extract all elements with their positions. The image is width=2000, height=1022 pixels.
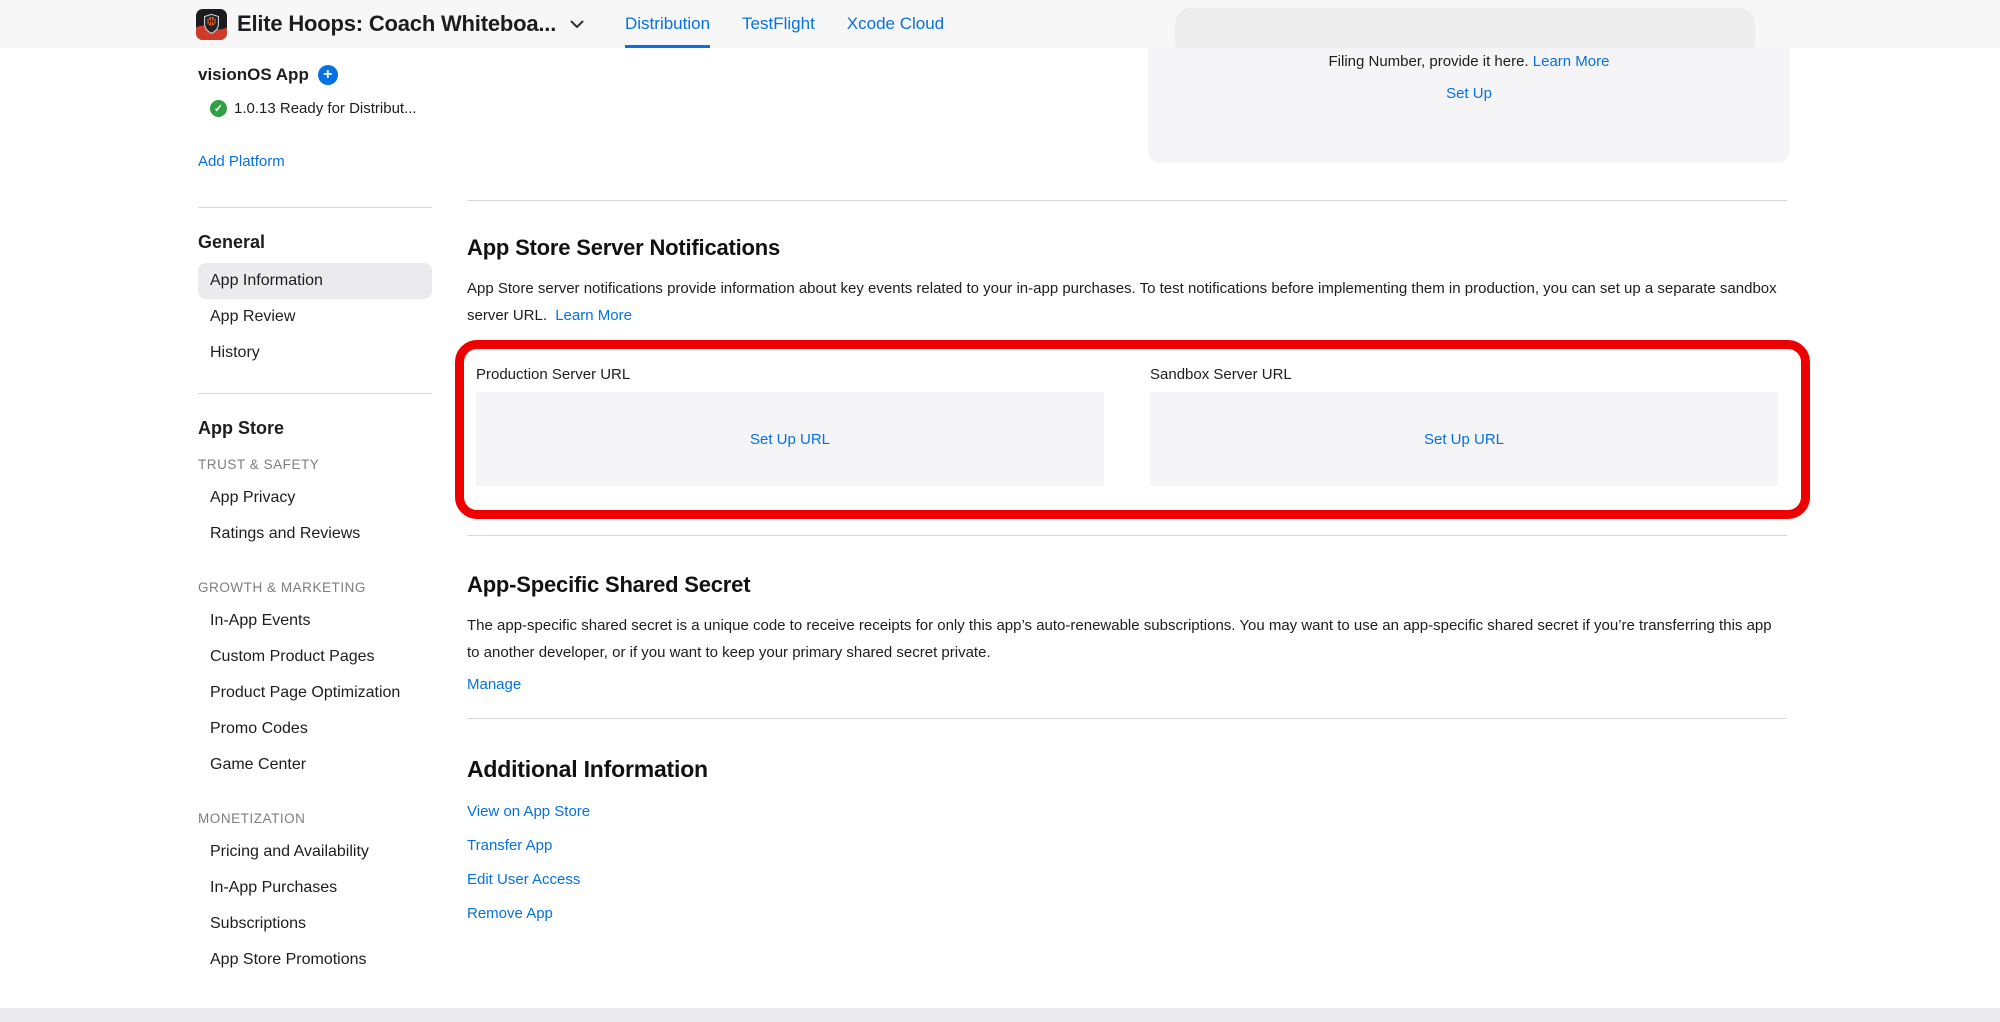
production-server-url-label: Production Server URL bbox=[476, 366, 1104, 383]
sidebar-item-app-privacy[interactable]: App Privacy bbox=[198, 480, 432, 516]
sidebar-item-app-information[interactable]: App Information bbox=[198, 263, 432, 299]
sidebar-item-history[interactable]: History bbox=[198, 335, 432, 371]
sidebar-item-promo-codes[interactable]: Promo Codes bbox=[198, 711, 432, 747]
sidebar-item-in-app-purchases[interactable]: In-App Purchases bbox=[198, 870, 432, 906]
section-divider bbox=[467, 535, 1787, 536]
sidebar: visionOS App + ✓ 1.0.13 Ready for Distri… bbox=[198, 64, 432, 978]
sidebar-group-trust-safety: TRUST & SAFETY bbox=[198, 457, 432, 472]
section-divider bbox=[467, 200, 1787, 201]
list-item: Transfer App bbox=[467, 835, 1787, 856]
sidebar-item-in-app-events[interactable]: In-App Events bbox=[198, 603, 432, 639]
sidebar-general-list: App Information App Review History bbox=[198, 263, 432, 371]
server-notifications-description-text: App Store server notifications provide i… bbox=[467, 280, 1777, 324]
sidebar-monetization-list: Pricing and Availability In-App Purchase… bbox=[198, 834, 432, 978]
view-on-app-store-link[interactable]: View on App Store bbox=[467, 803, 590, 820]
sidebar-divider bbox=[198, 393, 432, 394]
sidebar-item-pricing-availability[interactable]: Pricing and Availability bbox=[198, 834, 432, 870]
production-set-up-url-link[interactable]: Set Up URL bbox=[750, 431, 830, 448]
server-notifications-learn-more-link[interactable]: Learn More bbox=[555, 307, 632, 324]
filing-number-card: Filing Number, provide it here. Learn Mo… bbox=[1148, 48, 1790, 163]
app-title: Elite Hoops: Coach Whiteboa... bbox=[237, 11, 556, 37]
tab-xcode-cloud[interactable]: Xcode Cloud bbox=[847, 0, 944, 48]
platform-row: visionOS App + bbox=[198, 64, 432, 86]
sidebar-item-game-center[interactable]: Game Center bbox=[198, 747, 432, 783]
sidebar-item-custom-product-pages[interactable]: Custom Product Pages bbox=[198, 639, 432, 675]
filing-card-text: Filing Number, provide it here. bbox=[1329, 53, 1529, 70]
sidebar-group-growth-marketing: GROWTH & MARKETING bbox=[198, 580, 432, 595]
additional-information-links: View on App Store Transfer App Edit User… bbox=[467, 801, 1787, 924]
sidebar-growth-marketing-list: In-App Events Custom Product Pages Produ… bbox=[198, 603, 432, 783]
tab-distribution[interactable]: Distribution bbox=[625, 0, 710, 48]
shared-secret-description: The app-specific shared secret is a uniq… bbox=[467, 612, 1787, 666]
transfer-app-link[interactable]: Transfer App bbox=[467, 837, 552, 854]
sidebar-item-app-store-promotions[interactable]: App Store Promotions bbox=[198, 942, 432, 978]
list-item: Remove App bbox=[467, 903, 1787, 924]
list-item: View on App Store bbox=[467, 801, 1787, 822]
sandbox-set-up-url-link[interactable]: Set Up URL bbox=[1424, 431, 1504, 448]
add-platform-plus-icon[interactable]: + bbox=[318, 65, 338, 85]
main-nav-tabs: Distribution TestFlight Xcode Cloud bbox=[625, 0, 944, 48]
version-status-row[interactable]: ✓ 1.0.13 Ready for Distribut... bbox=[198, 100, 432, 117]
sidebar-divider bbox=[198, 207, 432, 208]
production-url-section: Production Server URL Set Up URL bbox=[476, 366, 1104, 486]
server-url-grid: Production Server URL Set Up URL Sandbox… bbox=[476, 366, 1778, 486]
app-store-connect-page: Elite Hoops: Coach Whiteboa... Distribut… bbox=[0, 0, 2000, 1022]
sandbox-url-panel: Set Up URL bbox=[1150, 392, 1778, 486]
chevron-down-icon[interactable] bbox=[570, 20, 584, 29]
sidebar-item-subscriptions[interactable]: Subscriptions bbox=[198, 906, 432, 942]
server-notifications-title: App Store Server Notifications bbox=[467, 235, 1787, 261]
version-status-label: 1.0.13 Ready for Distribut... bbox=[234, 100, 417, 117]
section-divider bbox=[467, 718, 1787, 719]
app-logo-icon bbox=[196, 9, 227, 40]
main-content: App Store Server Notifications App Store… bbox=[467, 200, 1787, 937]
server-notifications-description: App Store server notifications provide i… bbox=[467, 275, 1787, 329]
tab-testflight[interactable]: TestFlight bbox=[742, 0, 815, 48]
sidebar-item-ratings-reviews[interactable]: Ratings and Reviews bbox=[198, 516, 432, 552]
top-header-bar: Elite Hoops: Coach Whiteboa... Distribut… bbox=[0, 0, 2000, 48]
sidebar-item-app-review[interactable]: App Review bbox=[198, 299, 432, 335]
sandbox-url-section: Sandbox Server URL Set Up URL bbox=[1150, 366, 1778, 486]
sidebar-heading-app-store: App Store bbox=[198, 418, 432, 439]
sidebar-trust-safety-list: App Privacy Ratings and Reviews bbox=[198, 480, 432, 552]
production-url-panel: Set Up URL bbox=[476, 392, 1104, 486]
sidebar-heading-general: General bbox=[198, 232, 432, 253]
add-platform-link[interactable]: Add Platform bbox=[198, 153, 285, 170]
manage-shared-secret-link[interactable]: Manage bbox=[467, 676, 521, 693]
platform-heading: visionOS App bbox=[198, 65, 309, 85]
list-item: Edit User Access bbox=[467, 869, 1787, 890]
filing-set-up-link[interactable]: Set Up bbox=[1446, 85, 1492, 102]
sidebar-item-product-page-optimization[interactable]: Product Page Optimization bbox=[198, 675, 432, 711]
red-annotation-box: Production Server URL Set Up URL Sandbox… bbox=[455, 340, 1810, 519]
ready-check-icon: ✓ bbox=[210, 100, 227, 117]
additional-information-title: Additional Information bbox=[467, 756, 1787, 783]
shared-secret-title: App-Specific Shared Secret bbox=[467, 572, 1787, 598]
sandbox-server-url-label: Sandbox Server URL bbox=[1150, 366, 1778, 383]
app-brand: Elite Hoops: Coach Whiteboa... bbox=[196, 0, 584, 48]
filing-learn-more-link[interactable]: Learn More bbox=[1533, 53, 1610, 70]
edit-user-access-link[interactable]: Edit User Access bbox=[467, 871, 580, 888]
sidebar-group-monetization: MONETIZATION bbox=[198, 811, 432, 826]
page-footer-bar bbox=[0, 1008, 2000, 1022]
remove-app-link[interactable]: Remove App bbox=[467, 905, 553, 922]
